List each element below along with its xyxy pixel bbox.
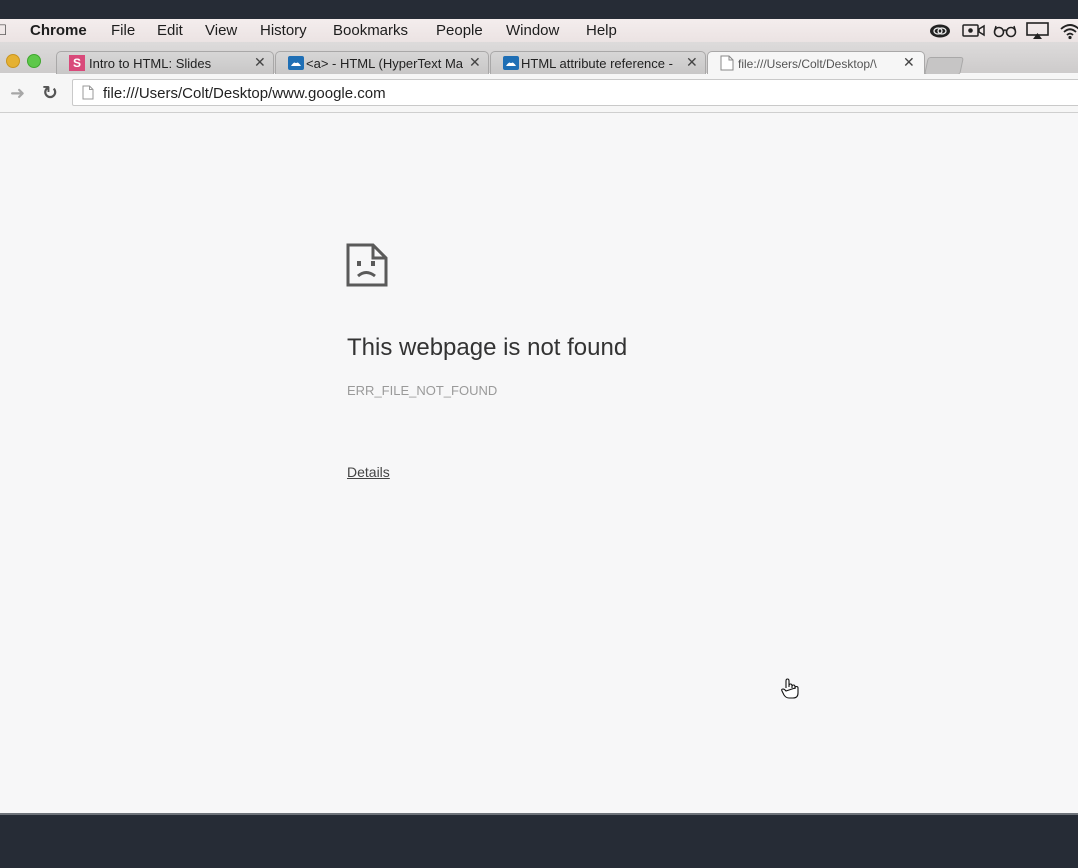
slides-favicon-icon: S — [69, 55, 85, 71]
wifi-icon[interactable] — [1059, 21, 1078, 40]
facetime-icon[interactable] — [962, 21, 986, 40]
zoom-button[interactable] — [27, 54, 41, 68]
tab-html-a-element[interactable]: <a> - HTML (HyperText Ma ✕ — [275, 51, 489, 74]
menu-bookmarks[interactable]: Bookmarks — [333, 22, 408, 39]
sad-file-icon — [346, 243, 388, 292]
address-bar[interactable] — [72, 79, 1078, 106]
url-input[interactable] — [101, 82, 1005, 104]
tab-file-active[interactable]: file:///Users/Colt/Desktop/\ ✕ — [707, 51, 925, 75]
error-code: ERR_FILE_NOT_FOUND — [347, 383, 498, 398]
page-icon — [82, 85, 94, 105]
menu-app-chrome[interactable]: Chrome — [30, 22, 87, 39]
reload-icon[interactable]: ↻ — [42, 82, 58, 105]
airplay-icon[interactable] — [1026, 21, 1050, 40]
tab-close-icon[interactable]: ✕ — [686, 54, 698, 71]
menu-file[interactable]: File — [111, 22, 135, 39]
menu-people[interactable]: People — [436, 22, 483, 39]
menu-help[interactable]: Help — [586, 22, 617, 39]
minimize-button[interactable] — [6, 54, 20, 68]
menu-edit[interactable]: Edit — [157, 22, 183, 39]
creative-cloud-icon[interactable] — [929, 21, 951, 40]
forward-arrow-icon[interactable]: ➜ — [10, 83, 25, 104]
error-title: This webpage is not found — [347, 334, 628, 361]
tab-close-icon[interactable]: ✕ — [903, 54, 915, 71]
page-favicon-icon — [720, 55, 736, 71]
glasses-icon[interactable] — [993, 21, 1017, 40]
details-link[interactable]: Details — [347, 464, 390, 480]
tab-close-icon[interactable]: ✕ — [254, 54, 266, 71]
tab-title: file:///Users/Colt/Desktop/\ — [738, 57, 877, 71]
desktop-background — [0, 815, 1078, 868]
tab-title: HTML attribute reference - — [521, 56, 673, 71]
tab-close-icon[interactable]: ✕ — [469, 54, 481, 71]
browser-window:  Chrome File Edit View History Bookmark… — [0, 19, 1078, 815]
menu-view[interactable]: View — [205, 22, 237, 39]
mdn-favicon-icon — [288, 55, 304, 71]
menu-history[interactable]: History — [260, 22, 307, 39]
hand-cursor-icon — [780, 678, 800, 705]
tab-title: <a> - HTML (HyperText Ma — [306, 56, 464, 71]
mdn-favicon-icon — [503, 55, 519, 71]
tab-html-attribute-reference[interactable]: HTML attribute reference - ✕ — [490, 51, 706, 74]
browser-toolbar: ➜ ↻ — [0, 74, 1078, 113]
new-tab-button[interactable] — [924, 57, 964, 75]
menu-window[interactable]: Window — [506, 22, 559, 39]
apple-icon[interactable]:  — [0, 22, 7, 39]
tab-title: Intro to HTML: Slides — [89, 56, 212, 71]
menubar:  Chrome File Edit View History Bookmark… — [0, 19, 1078, 43]
tab-intro-slides[interactable]: S Intro to HTML: Slides ✕ — [56, 51, 274, 74]
